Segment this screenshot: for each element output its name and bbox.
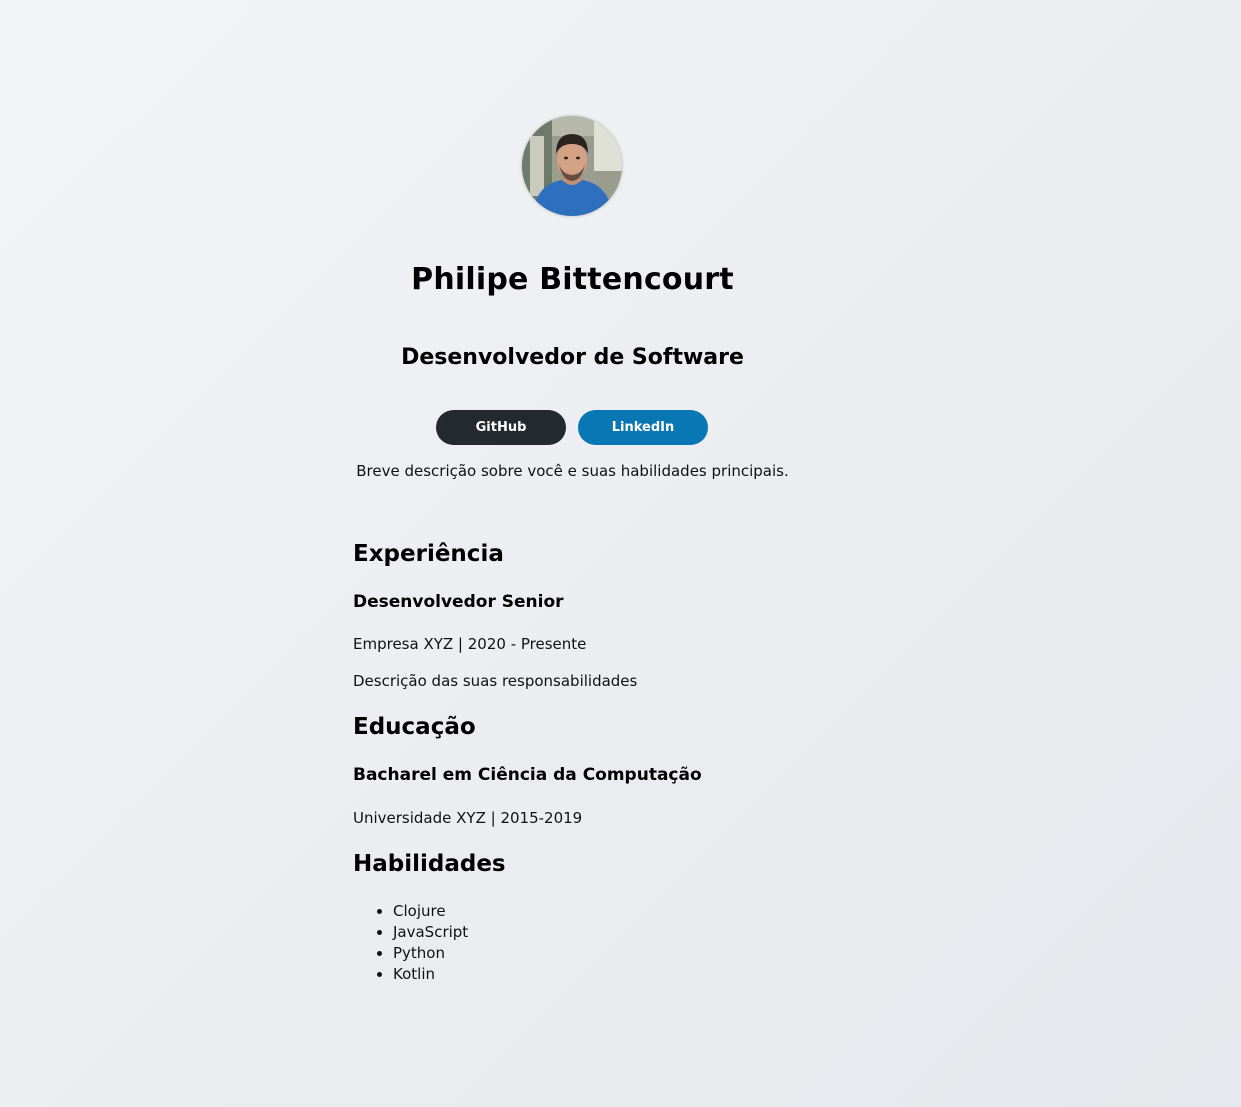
portfolio-page: Philipe Bittencourt Desenvolvedor de Sof… <box>0 0 1241 1107</box>
skill-item: Kotlin <box>393 964 468 985</box>
experience-item-title: Desenvolvedor Senior <box>353 592 564 612</box>
linkedin-button[interactable]: LinkedIn <box>578 410 708 445</box>
experience-item-meta: Empresa XYZ | 2020 - Presente <box>353 635 587 653</box>
profile-role: Desenvolvedor de Software <box>401 345 744 370</box>
experience-heading: Experiência <box>353 541 504 567</box>
skill-item: Clojure <box>393 901 468 922</box>
github-button[interactable]: GitHub <box>436 410 566 445</box>
avatar-photo <box>522 116 622 216</box>
profile-name: Philipe Bittencourt <box>411 262 734 297</box>
education-item-title: Bacharel em Ciência da Computação <box>353 765 702 785</box>
skills-list: Clojure JavaScript Python Kotlin <box>353 901 468 985</box>
profile-avatar <box>522 116 622 216</box>
skills-heading: Habilidades <box>353 851 506 877</box>
skill-item: JavaScript <box>393 922 468 943</box>
social-links: GitHub LinkedIn <box>436 410 716 445</box>
skill-item: Python <box>393 943 468 964</box>
experience-item-description: Descrição das suas responsabilidades <box>353 672 638 690</box>
education-item-meta: Universidade XYZ | 2015-2019 <box>353 809 583 827</box>
education-heading: Educação <box>353 714 476 740</box>
profile-bio: Breve descrição sobre você e suas habili… <box>356 462 789 480</box>
